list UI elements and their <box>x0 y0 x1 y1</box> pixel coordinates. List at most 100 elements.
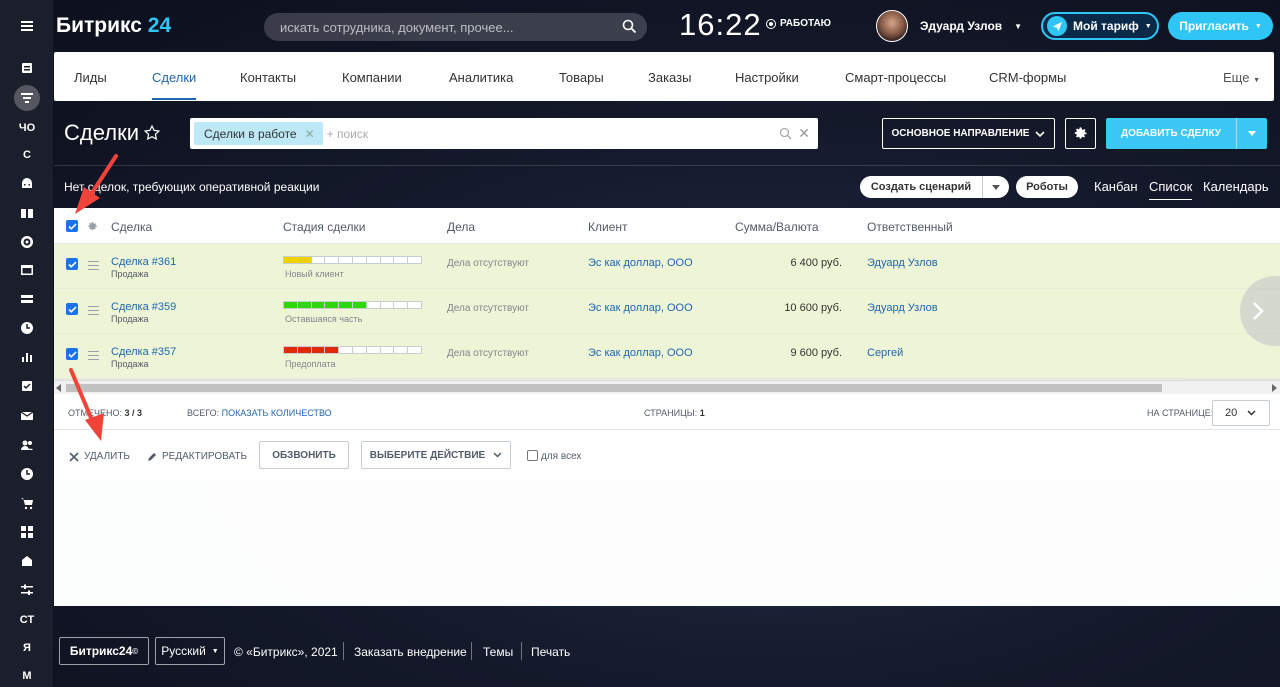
stage-segment[interactable] <box>380 347 395 353</box>
row-menu-icon[interactable] <box>88 306 99 318</box>
row-checkbox[interactable] <box>66 258 78 270</box>
tab-settings[interactable]: Настройки <box>735 70 799 85</box>
column-header-tasks[interactable]: Дела <box>447 220 475 234</box>
client-link[interactable]: Эс как доллар, ООО <box>588 347 693 359</box>
robots-button[interactable]: Роботы <box>1016 176 1078 198</box>
scroll-right-arrow[interactable] <box>1272 384 1277 392</box>
stage-segment[interactable] <box>366 302 381 308</box>
select-all-checkbox[interactable] <box>66 220 78 232</box>
rail-item-cho[interactable]: ЧО <box>0 116 54 140</box>
column-header-deal[interactable]: Сделка <box>111 220 152 234</box>
client-link[interactable]: Эс как доллар, ООО <box>588 257 693 269</box>
invite-button[interactable]: Пригласить ▼ <box>1168 12 1273 40</box>
sliders-icon[interactable] <box>0 578 54 602</box>
rail-item-s[interactable]: С <box>0 143 54 167</box>
deal-link[interactable]: Сделка #361 <box>111 256 176 268</box>
horizontal-scrollbar[interactable] <box>54 380 1280 394</box>
stage-segment[interactable] <box>394 302 409 308</box>
stage-progress[interactable] <box>283 346 422 354</box>
filter-chip[interactable]: Сделки в работе ✕ <box>194 122 323 145</box>
stage-segment[interactable] <box>325 257 340 263</box>
tab-companies[interactable]: Компании <box>342 70 402 85</box>
add-deal-button[interactable]: ДОБАВИТЬ СДЕЛКУ <box>1106 118 1267 149</box>
stage-segment[interactable] <box>325 302 340 308</box>
logo[interactable]: Битрикс 24 <box>56 14 171 38</box>
checklist-icon[interactable] <box>0 374 54 398</box>
stage-segment[interactable] <box>408 302 421 308</box>
stage-segment[interactable] <box>394 347 409 353</box>
stage-segment[interactable] <box>366 257 381 263</box>
row-menu-icon[interactable] <box>88 351 99 363</box>
work-status[interactable]: РАБОТАЮ <box>766 18 831 29</box>
user-name[interactable]: Эдуард Узлов <box>920 19 1002 33</box>
page-size-select[interactable]: 20 <box>1212 400 1270 426</box>
stage-segment[interactable] <box>352 302 367 308</box>
avatar[interactable] <box>876 10 908 42</box>
stage-segment[interactable] <box>394 257 409 263</box>
show-count-link[interactable]: Показать количество <box>222 408 332 418</box>
stage-segment[interactable] <box>297 347 312 353</box>
rail-item-st[interactable]: СТ <box>0 608 54 632</box>
people-icon[interactable] <box>0 433 54 457</box>
stage-segment[interactable] <box>311 257 326 263</box>
owner-link[interactable]: Сергей <box>867 347 903 359</box>
book-icon[interactable] <box>0 201 54 225</box>
table-row[interactable]: Сделка #357 Продажа Предоплата Дела отсутст… <box>54 334 1280 379</box>
stage-segment[interactable] <box>339 347 353 353</box>
column-header-amount[interactable]: Сумма/Валюта <box>735 220 819 234</box>
tab-more[interactable]: Еще ▼ <box>1223 70 1260 85</box>
stage-segment[interactable] <box>352 257 367 263</box>
client-link[interactable]: Эс как доллар, ООО <box>588 302 693 314</box>
scenario-menu-button[interactable] <box>982 176 1009 198</box>
stage-segment[interactable] <box>284 347 298 353</box>
apps-icon[interactable] <box>0 520 54 544</box>
print-link[interactable]: Печать <box>531 645 570 659</box>
filter-search-input[interactable] <box>326 126 747 141</box>
deal-link[interactable]: Сделка #357 <box>111 346 176 358</box>
stage-segment[interactable] <box>311 302 326 308</box>
themes-link[interactable]: Темы <box>483 645 513 659</box>
close-icon[interactable]: ✕ <box>305 127 315 141</box>
settings-button[interactable] <box>1065 118 1096 149</box>
tariff-button[interactable]: Мой тариф ▼ <box>1041 12 1159 40</box>
bar-chart-icon[interactable] <box>0 345 54 369</box>
stage-segment[interactable] <box>408 257 421 263</box>
target-icon[interactable] <box>0 230 54 254</box>
add-deal-menu-button[interactable] <box>1236 118 1267 149</box>
column-header-stage[interactable]: Стадия сделки <box>283 220 365 234</box>
view-list[interactable]: Список <box>1149 179 1193 200</box>
stage-segment[interactable] <box>284 302 298 308</box>
create-scenario-button[interactable]: Создать сценарий <box>860 176 1009 198</box>
funnel-icon[interactable] <box>0 85 54 111</box>
stage-progress[interactable] <box>283 256 422 264</box>
window-icon[interactable] <box>0 258 54 282</box>
tab-crm-forms[interactable]: CRM-формы <box>989 70 1066 85</box>
for-all-checkbox[interactable] <box>527 450 538 461</box>
stage-segment[interactable] <box>352 347 367 353</box>
column-header-client[interactable]: Клиент <box>588 220 628 234</box>
stage-segment[interactable] <box>297 257 312 263</box>
order-implementation-link[interactable]: Заказать внедрение <box>354 645 467 659</box>
stage-progress[interactable] <box>283 301 422 309</box>
search-icon[interactable] <box>622 19 637 34</box>
mail-icon[interactable] <box>0 404 54 428</box>
stage-segment[interactable] <box>297 302 312 308</box>
tab-analytics[interactable]: Аналитика <box>449 70 513 85</box>
row-menu-icon[interactable] <box>88 261 99 273</box>
edit-button[interactable]: Редактировать <box>147 451 247 462</box>
filter-box[interactable]: Сделки в работе ✕ ✕ <box>190 118 818 149</box>
tab-leads[interactable]: Лиды <box>74 70 107 85</box>
tab-deals[interactable]: Сделки <box>152 70 197 100</box>
language-select[interactable]: Русский ▼ <box>155 637 225 665</box>
direction-button[interactable]: ОСНОВНОЕ НАПРАВЛЕНИЕ <box>882 118 1055 149</box>
stage-segment[interactable] <box>311 347 326 353</box>
table-row[interactable]: Сделка #359 Продажа Оставшаяся часть Дела о… <box>54 289 1280 334</box>
tab-products[interactable]: Товары <box>559 70 604 85</box>
delete-button[interactable]: Удалить <box>69 451 130 462</box>
clock-dollar-icon[interactable] <box>0 316 54 340</box>
stage-segment[interactable] <box>380 302 395 308</box>
cart-icon[interactable] <box>0 491 54 515</box>
row-checkbox[interactable] <box>66 303 78 315</box>
stage-segment[interactable] <box>380 257 395 263</box>
view-calendar[interactable]: Календарь <box>1203 179 1269 194</box>
